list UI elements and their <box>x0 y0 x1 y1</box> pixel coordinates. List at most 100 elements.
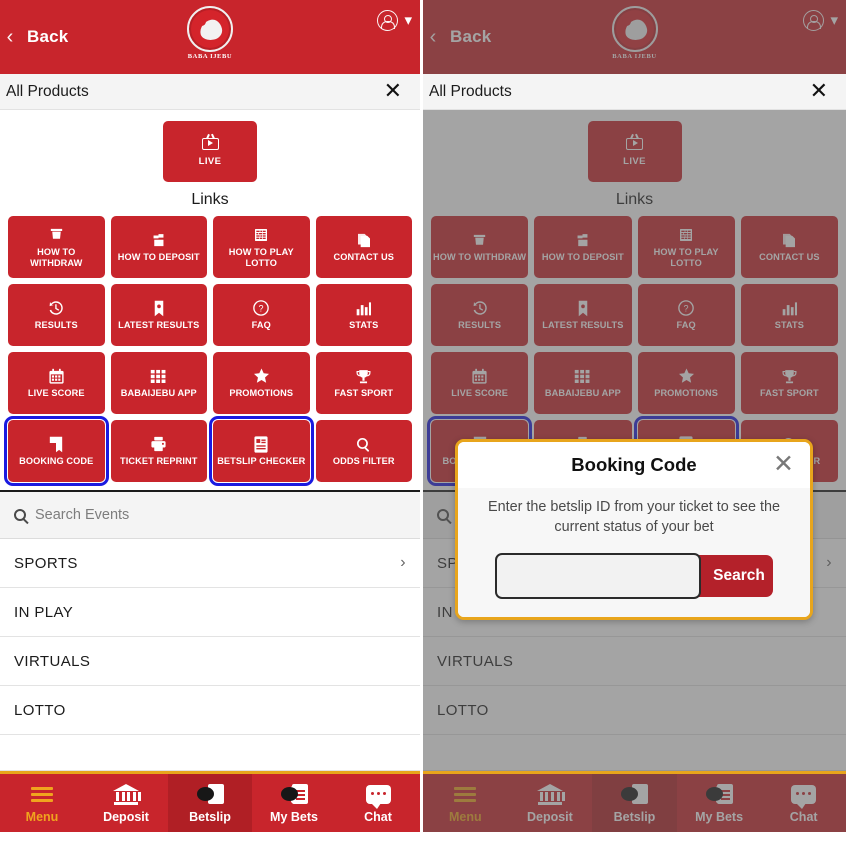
hamburger-menu-icon <box>454 784 477 805</box>
tile-contact-us[interactable]: CONTACT US <box>315 216 412 278</box>
bookmark-icon <box>154 299 164 317</box>
bottom-nav-betslip[interactable]: Betslip <box>168 774 252 832</box>
tile-babaijebu-app[interactable]: BABAIJEBU APP <box>534 352 632 414</box>
bottom-nav-chat[interactable]: Chat <box>336 774 420 832</box>
chat-bubble-icon <box>365 782 391 809</box>
tile-how-to-deposit[interactable]: HOW TO DEPOSIT <box>110 216 207 278</box>
tile-label: FAST SPORT <box>334 388 394 398</box>
brand-logo[interactable]: BABA IJEBU <box>179 6 241 60</box>
phone-screen-left: ‹ Back BABA IJEBU ▾ All Products ✕ LIVE … <box>0 0 420 859</box>
tile-promotions[interactable]: PROMOTIONS <box>637 352 735 414</box>
tile-label: CONTACT US <box>759 252 820 262</box>
nav-row-label: VIRTUALS <box>437 652 514 670</box>
nav-row-sports[interactable]: SPORTS › <box>0 539 420 588</box>
nav-row-in-play[interactable]: IN PLAY <box>0 588 420 637</box>
app-header: ‹ Back BABA IJEBU ▾ <box>423 0 846 74</box>
bottom-nav-my-bets[interactable]: My Bets <box>677 774 762 832</box>
tile-how-to-play-lotto[interactable]: HOW TO PLAY LOTTO <box>213 216 310 278</box>
withdraw-icon <box>48 226 65 244</box>
star-icon <box>677 367 696 385</box>
nav-row-label: VIRTUALS <box>14 652 91 670</box>
logo-text: BABA IJEBU <box>612 53 657 60</box>
close-icon[interactable]: ✕ <box>810 80 828 103</box>
nav-row-virtuals[interactable]: VIRTUALS <box>423 637 846 686</box>
my-bets-icon <box>705 783 733 806</box>
tile-results[interactable]: RESULTS <box>8 284 105 346</box>
account-menu[interactable]: ▾ <box>377 10 412 31</box>
tile-babaijebu-app[interactable]: BABAIJEBU APP <box>110 352 207 414</box>
tile-faq[interactable]: ? FAQ <box>213 284 310 346</box>
nav-list-filler <box>423 735 846 771</box>
booking-code-input[interactable] <box>495 553 701 599</box>
tile-faq[interactable]: ? FAQ <box>637 284 735 346</box>
chat-bubble-icon <box>791 782 817 809</box>
live-tile[interactable]: LIVE <box>587 121 682 182</box>
modal-header: Booking Code ✕ <box>458 442 810 488</box>
chat-bubble-icon <box>365 785 391 809</box>
live-tile[interactable]: LIVE <box>163 121 257 182</box>
tile-odds-filter[interactable]: ODDS FILTER <box>315 420 412 482</box>
bottom-nav-menu[interactable]: Menu <box>0 774 84 832</box>
bottom-nav-label: Chat <box>789 810 818 824</box>
tile-how-to-withdraw[interactable]: HOW TO WITHDRAW <box>8 216 105 278</box>
bottom-nav-menu[interactable]: Menu <box>423 774 508 832</box>
tile-how-to-deposit[interactable]: HOW TO DEPOSIT <box>534 216 632 278</box>
tile-booking-code[interactable]: BOOKING CODE <box>4 416 109 486</box>
bottom-nav-deposit[interactable]: Deposit <box>508 774 593 832</box>
tile-promotions[interactable]: PROMOTIONS <box>213 352 310 414</box>
tile-latest-results[interactable]: LATEST RESULTS <box>110 284 207 346</box>
tile-label: TICKET REPRINT <box>120 456 198 466</box>
all-products-title: All Products <box>6 82 89 100</box>
tile-results[interactable]: RESULTS <box>431 284 529 346</box>
back-button[interactable]: ‹ Back <box>0 27 69 47</box>
tile-live-score[interactable]: LIVE SCORE <box>431 352 529 414</box>
bottom-nav-chat[interactable]: Chat <box>761 774 846 832</box>
bottom-nav-label: Chat <box>364 810 392 824</box>
brand-logo[interactable]: BABA IJEBU <box>604 6 666 60</box>
star-icon <box>252 367 271 385</box>
back-button[interactable]: ‹ Back <box>423 27 492 47</box>
nav-row-lotto[interactable]: LOTTO <box>423 686 846 735</box>
bottom-nav-betslip[interactable]: Betslip <box>592 774 677 832</box>
bottom-nav-label: Deposit <box>526 810 573 824</box>
search-events-row[interactable]: Search Events <box>0 490 420 539</box>
account-circle-icon <box>803 10 825 31</box>
bank-icon <box>536 784 566 805</box>
bottom-nav-my-bets[interactable]: My Bets <box>252 774 336 832</box>
tile-label: HOW TO WITHDRAW <box>433 252 527 262</box>
tile-label: PROMOTIONS <box>654 388 719 398</box>
tile-ticket-reprint[interactable]: TICKET REPRINT <box>110 420 207 482</box>
tile-how-to-play-lotto[interactable]: HOW TO PLAY LOTTO <box>637 216 735 278</box>
tile-how-to-withdraw[interactable]: HOW TO WITHDRAW <box>431 216 529 278</box>
nav-row-label: LOTTO <box>14 701 66 719</box>
my-bets-icon <box>280 783 308 806</box>
close-icon[interactable]: ✕ <box>773 451 794 476</box>
calendar-icon <box>471 367 488 385</box>
tile-live-score[interactable]: LIVE SCORE <box>8 352 105 414</box>
tile-contact-us[interactable]: CONTACT US <box>740 216 838 278</box>
logo-text: BABA IJEBU <box>187 53 233 60</box>
bottom-nav-deposit[interactable]: Deposit <box>84 774 168 832</box>
tile-label: LATEST RESULTS <box>118 320 200 330</box>
trophy-icon <box>781 367 798 385</box>
close-icon[interactable]: ✕ <box>384 80 402 103</box>
nav-row-label: LOTTO <box>437 701 489 719</box>
tv-live-icon <box>201 133 219 150</box>
tile-betslip-checker[interactable]: BETSLIP CHECKER <box>209 416 314 486</box>
tile-fast-sport[interactable]: FAST SPORT <box>740 352 838 414</box>
tile-stats[interactable]: STATS <box>315 284 412 346</box>
grid-apps-icon <box>574 367 591 385</box>
tile-fast-sport[interactable]: FAST SPORT <box>315 352 412 414</box>
search-input[interactable]: Search Events <box>35 507 129 523</box>
nav-row-virtuals[interactable]: VIRTUALS <box>0 637 420 686</box>
account-menu[interactable]: ▾ <box>803 10 838 31</box>
question-circle-icon: ? <box>677 299 695 317</box>
tile-label: BABAIJEBU APP <box>120 388 197 398</box>
bottom-nav-label: Menu <box>448 810 482 824</box>
nav-row-lotto[interactable]: LOTTO <box>0 686 420 735</box>
documents-icon <box>781 231 797 249</box>
tile-label: LIVE SCORE <box>451 388 508 398</box>
tile-stats[interactable]: STATS <box>740 284 838 346</box>
chevron-down-icon: ▾ <box>830 12 838 29</box>
tile-latest-results[interactable]: LATEST RESULTS <box>534 284 632 346</box>
